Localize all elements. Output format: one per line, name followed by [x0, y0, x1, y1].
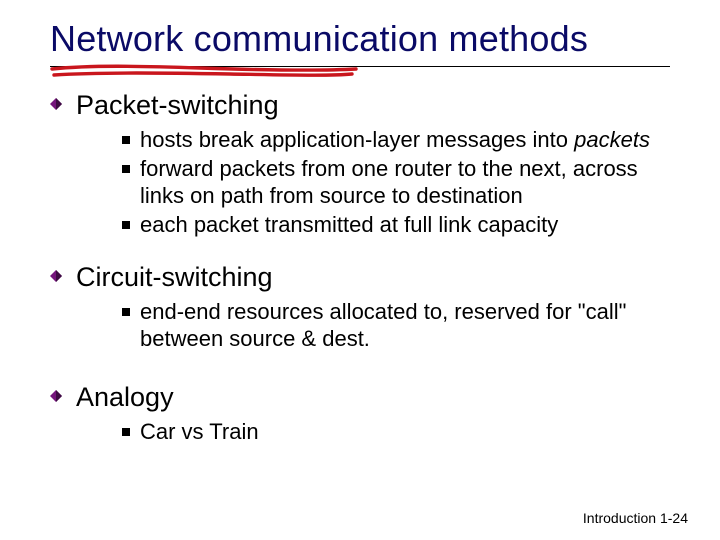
section: Circuit-switching end-end resources alloc…: [50, 261, 680, 353]
title-underline: [50, 66, 670, 67]
sub-bullet-text: hosts break application-layer messages i…: [140, 127, 650, 154]
sections-container: Packet-switching hosts break application-…: [50, 89, 680, 446]
diamond-bullet-icon: [50, 98, 62, 110]
square-bullet-icon: [122, 308, 130, 316]
section-heading: Circuit-switching: [76, 261, 273, 293]
square-bullet-icon: [122, 221, 130, 229]
section-heading: Analogy: [76, 381, 174, 413]
sub-bullet-text: Car vs Train: [140, 419, 259, 446]
sub-bullet-row: forward packets from one router to the n…: [122, 156, 680, 210]
diamond-bullet-icon: [50, 270, 62, 282]
section-heading-row: Analogy: [50, 381, 680, 413]
sub-bullet-text: each packet transmitted at full link cap…: [140, 212, 558, 239]
sub-bullet-row: hosts break application-layer messages i…: [122, 127, 680, 154]
slide-title: Network communication methods: [50, 18, 680, 60]
sub-bullets: Car vs Train: [122, 419, 680, 446]
sub-bullet-row: each packet transmitted at full link cap…: [122, 212, 680, 239]
sub-bullets: end-end resources allocated to, reserved…: [122, 299, 680, 353]
square-bullet-icon: [122, 165, 130, 173]
square-bullet-icon: [122, 428, 130, 436]
section: Analogy Car vs Train: [50, 381, 680, 446]
sub-bullet-text: end-end resources allocated to, reserved…: [140, 299, 680, 353]
slide: Network communication methods Packet-swi…: [0, 0, 720, 540]
sub-bullets: hosts break application-layer messages i…: [122, 127, 680, 238]
section-heading-row: Circuit-switching: [50, 261, 680, 293]
diamond-bullet-icon: [50, 390, 62, 402]
sub-bullet-row: end-end resources allocated to, reserved…: [122, 299, 680, 353]
slide-footer: Introduction 1-24: [583, 510, 688, 526]
square-bullet-icon: [122, 136, 130, 144]
section: Packet-switching hosts break application-…: [50, 89, 680, 239]
section-heading-row: Packet-switching: [50, 89, 680, 121]
sub-bullet-row: Car vs Train: [122, 419, 680, 446]
section-heading: Packet-switching: [76, 89, 279, 121]
sub-bullet-text: forward packets from one router to the n…: [140, 156, 680, 210]
